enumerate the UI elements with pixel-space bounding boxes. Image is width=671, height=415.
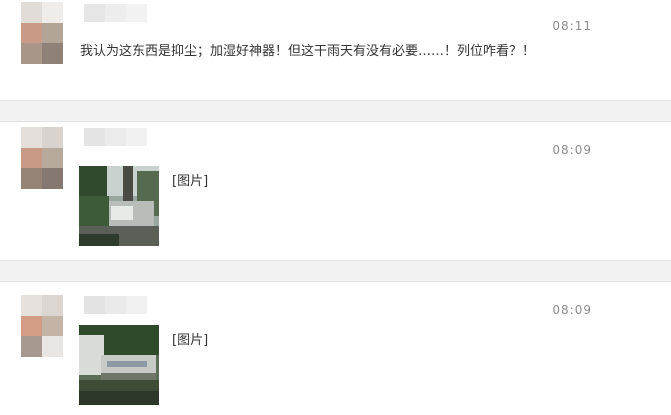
message-time: 08:11 — [552, 19, 592, 33]
chat-message[interactable]: 08:09 [图片] — [0, 281, 671, 415]
chat-message[interactable]: 08:09 [图片] — [0, 121, 671, 261]
message-time: 08:09 — [552, 143, 592, 157]
image-label: [图片] — [172, 333, 209, 348]
image-thumbnail[interactable] — [79, 325, 159, 405]
chat-message[interactable]: 08:11 我认为这东西是抑尘；加湿好神器！但这干雨天有没有必要……！列位咋看？… — [0, 0, 671, 101]
avatar[interactable] — [21, 2, 63, 64]
image-label: [图片] — [172, 174, 209, 189]
avatar[interactable] — [21, 295, 63, 357]
chat-message-list: 08:11 我认为这东西是抑尘；加湿好神器！但这干雨天有没有必要……！列位咋看？… — [0, 0, 671, 415]
message-text: 我认为这东西是抑尘；加湿好神器！但这干雨天有没有必要……！列位咋看？！ — [80, 44, 536, 59]
message-time: 08:09 — [552, 303, 592, 317]
sender-name — [84, 4, 147, 22]
avatar[interactable] — [21, 127, 63, 189]
image-thumbnail[interactable] — [79, 166, 159, 246]
sender-name — [84, 296, 147, 314]
sender-name — [84, 128, 147, 146]
